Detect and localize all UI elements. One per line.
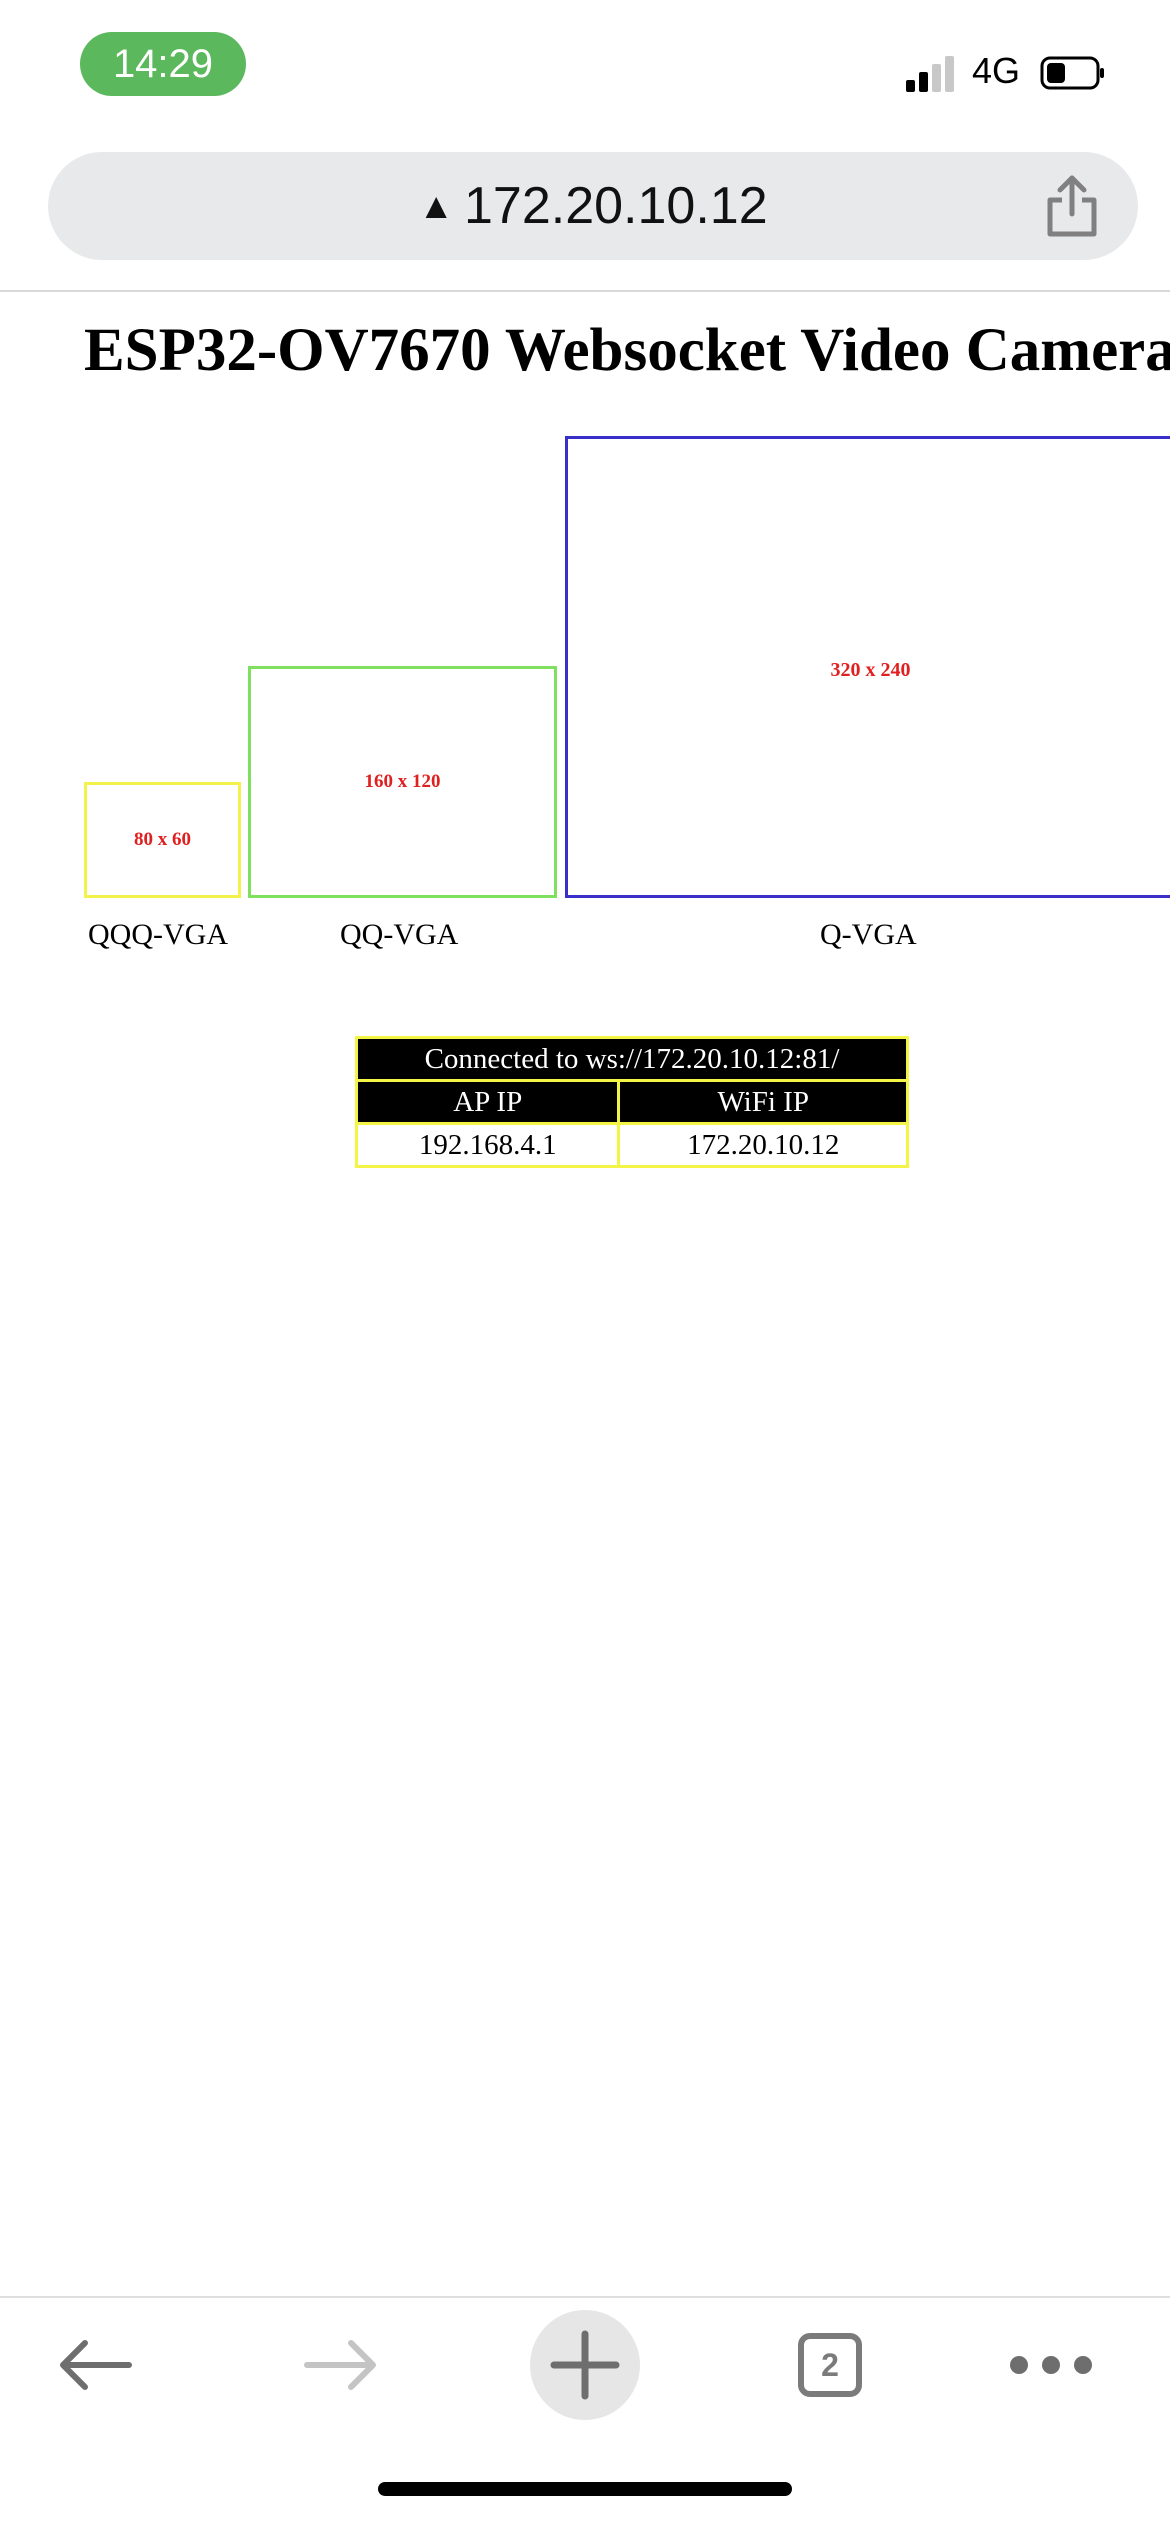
network-type: 4G: [972, 50, 1021, 91]
arrow-right-icon: [304, 2340, 376, 2390]
frame-caption-q-vga: Q-VGA: [820, 918, 917, 951]
back-button[interactable]: [40, 2310, 150, 2420]
frame-caption-qqq-vga: QQQ-VGA: [88, 918, 228, 951]
forward-button[interactable]: [286, 2310, 396, 2420]
url-text: 172.20.10.12: [464, 177, 768, 235]
home-indicator: [378, 2482, 792, 2496]
warning-icon: ▲: [418, 185, 454, 226]
toolbar-divider: [0, 2296, 1170, 2298]
tab-count-badge: 2: [798, 2333, 862, 2397]
video-frame-q-vga: 320 x 240: [565, 436, 1170, 898]
frame-caption-qq-vga: QQ-VGA: [340, 918, 459, 951]
wifi-ip-header: WiFi IP: [617, 1079, 909, 1125]
frame-size-label: 80 x 60: [134, 829, 191, 850]
header-divider: [0, 290, 1170, 292]
status-time: 14:29: [80, 32, 246, 96]
ap-ip-header: AP IP: [354, 1079, 621, 1125]
signal-strength-icon: [906, 52, 956, 92]
battery-icon: [1040, 56, 1104, 90]
connection-info-table: Connected to ws://172.20.10.12:81/ AP IP…: [354, 1036, 909, 1168]
more-dots-icon: [1010, 2356, 1092, 2374]
connection-status: Connected to ws://172.20.10.12:81/: [355, 1036, 909, 1082]
video-frame-qqq-vga: 80 x 60: [84, 782, 241, 898]
new-tab-button[interactable]: [530, 2310, 640, 2420]
plus-icon: [550, 2330, 620, 2400]
ap-ip-value: 192.168.4.1: [354, 1122, 621, 1168]
tabs-button[interactable]: 2: [775, 2310, 885, 2420]
url-display[interactable]: ▲ 172.20.10.12: [48, 152, 1138, 260]
more-button[interactable]: [996, 2310, 1106, 2420]
frame-size-label: 320 x 240: [830, 658, 911, 681]
video-frame-qq-vga: 160 x 120: [248, 666, 557, 898]
frame-size-label: 160 x 120: [364, 771, 441, 792]
share-icon[interactable]: [1044, 174, 1100, 238]
wifi-ip-value: 172.20.10.12: [617, 1122, 909, 1168]
address-bar[interactable]: ▲ 172.20.10.12: [48, 152, 1138, 260]
arrow-left-icon: [60, 2340, 132, 2390]
page-title: ESP32-OV7670 Websocket Video Camera: [84, 317, 1170, 384]
